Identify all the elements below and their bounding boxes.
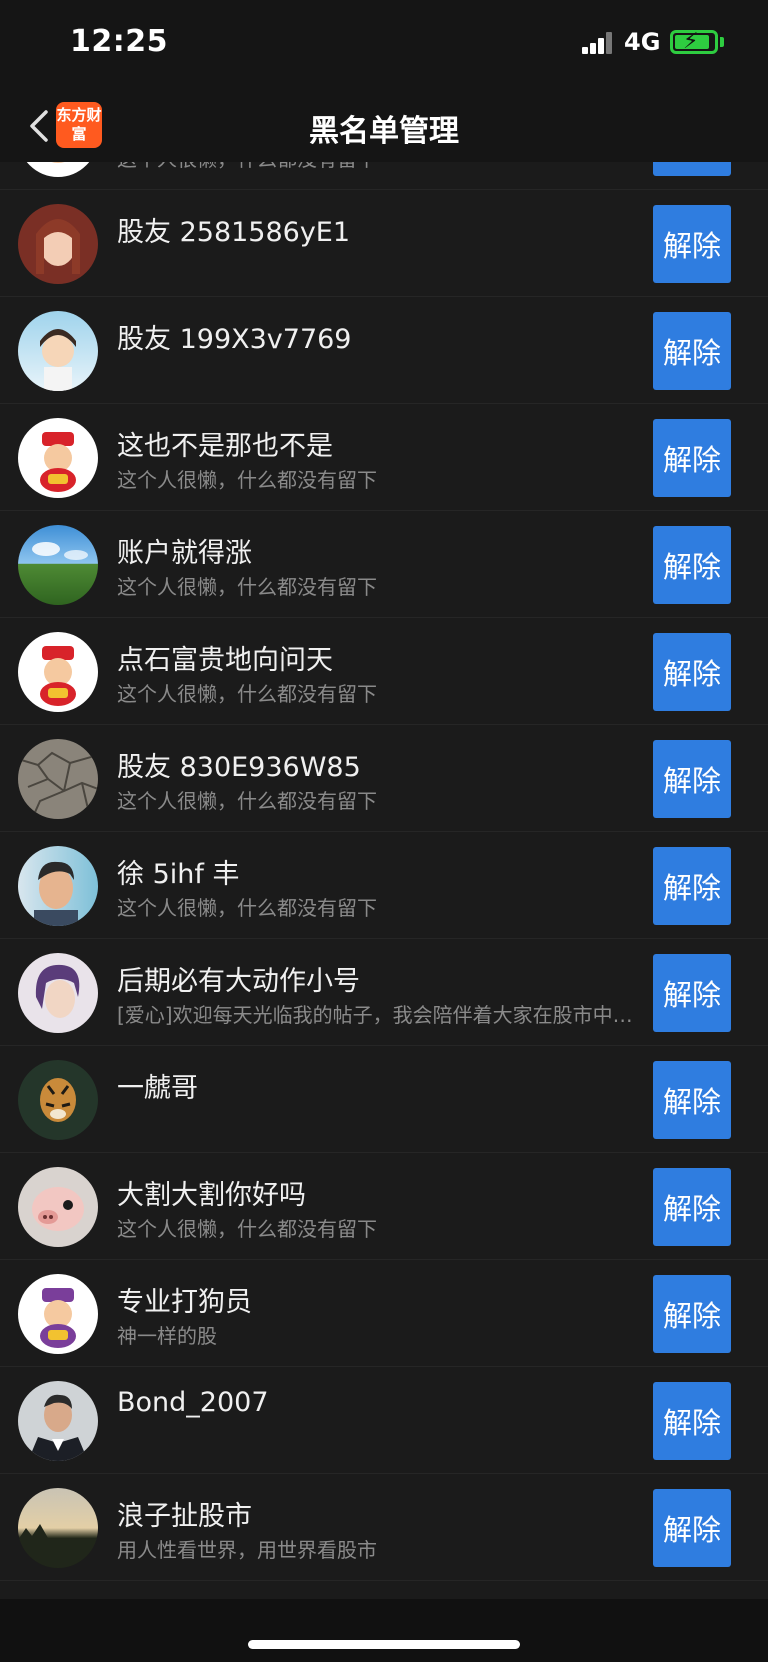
home-indicator[interactable] [248, 1640, 520, 1649]
user-name: 点石富贵地向问天 [117, 645, 333, 676]
list-item: 这也不是那也不是 这个人很懒，什么都没有留下 解除 [0, 404, 768, 511]
user-signature: [爱心]欢迎每天光临我的帖子，我会陪伴着大家在股市中成长 [117, 1003, 642, 1027]
unblock-button[interactable]: 解除 [653, 312, 731, 390]
unblock-button[interactable]: 解除 [653, 162, 731, 176]
list-item: Bond_2007 解除 [0, 1367, 768, 1474]
battery-tip [720, 37, 724, 47]
cracked-earth-avatar [18, 739, 98, 819]
landscape-avatar [18, 525, 98, 605]
unblock-button[interactable]: 解除 [653, 633, 731, 711]
user-signature: 这个人很懒，什么都没有留下 [117, 682, 377, 706]
unblock-button[interactable]: 解除 [653, 1061, 731, 1139]
user-signature: 这个人很懒，什么都没有留下 [117, 575, 377, 599]
user-name: 浪子扯股市 [117, 1501, 252, 1532]
list-item: 浪子扯股市 用人性看世界，用世界看股市 解除 [0, 1474, 768, 1581]
nav-bar: 东方财富 黑名单管理 [0, 88, 768, 162]
list-item: 账户就得涨 这个人很懒，什么都没有留下 解除 [0, 511, 768, 618]
user-signature: 神一样的股 [117, 1324, 217, 1348]
unblock-button[interactable]: 解除 [653, 740, 731, 818]
user-name: 股友 199X3v7769 [117, 324, 352, 355]
user-signature: 这个人很懒，什么都没有留下 [117, 468, 377, 492]
status-time: 12:25 [70, 24, 168, 59]
cellular-signal-icon [582, 32, 612, 54]
list-item: 点石富贵地向问天 这个人很懒，什么都没有留下 解除 [0, 618, 768, 725]
unblock-button[interactable]: 解除 [653, 954, 731, 1032]
unblock-button[interactable]: 解除 [653, 526, 731, 604]
unblock-button[interactable]: 解除 [653, 1168, 731, 1246]
anime-girl-avatar [18, 204, 98, 284]
anime-boy-avatar [18, 311, 98, 391]
status-bar: 12:25 4G ⚡ [0, 0, 768, 88]
unblock-button[interactable]: 解除 [653, 847, 731, 925]
pig-avatar [18, 1167, 98, 1247]
tiger-avatar [18, 1060, 98, 1140]
user-signature: 这个人很懒，什么都没有留下 [117, 1217, 377, 1241]
list-item: 大割大割你好吗 这个人很懒，什么都没有留下 解除 [0, 1153, 768, 1260]
list-item: 后期必有大动作小号 [爱心]欢迎每天光临我的帖子，我会陪伴着大家在股市中成长 解… [0, 939, 768, 1046]
user-name: 股友 2581586yE1 [117, 217, 351, 248]
charging-bolt-icon: ⚡ [683, 29, 699, 54]
user-signature: 这个人很懒，什么都没有留下 [117, 789, 377, 813]
fortune-god-avatar [18, 162, 98, 177]
user-name: 一虤哥 [117, 1073, 198, 1104]
user-signature: 用人性看世界，用世界看股市 [117, 1538, 377, 1562]
user-name: 徐 5ihf 丰 [117, 859, 240, 890]
list-item: 股友 830E936W85 这个人很懒，什么都没有留下 解除 [0, 725, 768, 832]
sunset-avatar [18, 1488, 98, 1568]
user-signature: 这个人很懒，什么都没有留下 [117, 162, 642, 172]
battery-icon: ⚡ [670, 29, 718, 54]
home-indicator-area [0, 1599, 768, 1662]
page-title: 黑名单管理 [309, 114, 459, 149]
list-item: 徐 5ihf 丰 这个人很懒，什么都没有留下 解除 [0, 832, 768, 939]
unblock-button[interactable]: 解除 [653, 1275, 731, 1353]
user-name: 大割大割你好吗 [117, 1180, 306, 1211]
user-name: 股友 830E936W85 [117, 752, 361, 783]
unblock-button[interactable]: 解除 [653, 205, 731, 283]
blacklist-screen: 12:25 4G ⚡ 东方财富 黑名单管理 这个人很懒，什么都没有留下 解除 [0, 0, 768, 1662]
blacklist-list: 这个人很懒，什么都没有留下 解除 股友 2581586yE1 解除 股友 199… [0, 162, 768, 1599]
fortune-god-avatar [18, 632, 98, 712]
user-name: 专业打狗员 [117, 1287, 252, 1318]
user-signature: 这个人很懒，什么都没有留下 [117, 896, 377, 920]
list-item: 股友 199X3v7769 解除 [0, 297, 768, 404]
fortune-god-purple-avatar [18, 1274, 98, 1354]
cartoon-man-avatar [18, 846, 98, 926]
anime-man-avatar [18, 953, 98, 1033]
unblock-button[interactable]: 解除 [653, 1382, 731, 1460]
network-type: 4G [624, 28, 661, 56]
unblock-button[interactable]: 解除 [653, 419, 731, 497]
list-item: 这个人很懒，什么都没有留下 解除 [0, 162, 768, 190]
user-name: 这也不是那也不是 [117, 431, 333, 462]
man-in-suit-avatar [18, 1381, 98, 1461]
list-item: 专业打狗员 神一样的股 解除 [0, 1260, 768, 1367]
user-name: 后期必有大动作小号 [117, 966, 360, 997]
list-item: 股友 2581586yE1 解除 [0, 190, 768, 297]
user-name: Bond_2007 [117, 1387, 269, 1418]
fortune-god-avatar [18, 418, 98, 498]
unblock-button[interactable]: 解除 [653, 1489, 731, 1567]
user-name: 账户就得涨 [117, 538, 252, 569]
list-item: 一虤哥 解除 [0, 1046, 768, 1153]
